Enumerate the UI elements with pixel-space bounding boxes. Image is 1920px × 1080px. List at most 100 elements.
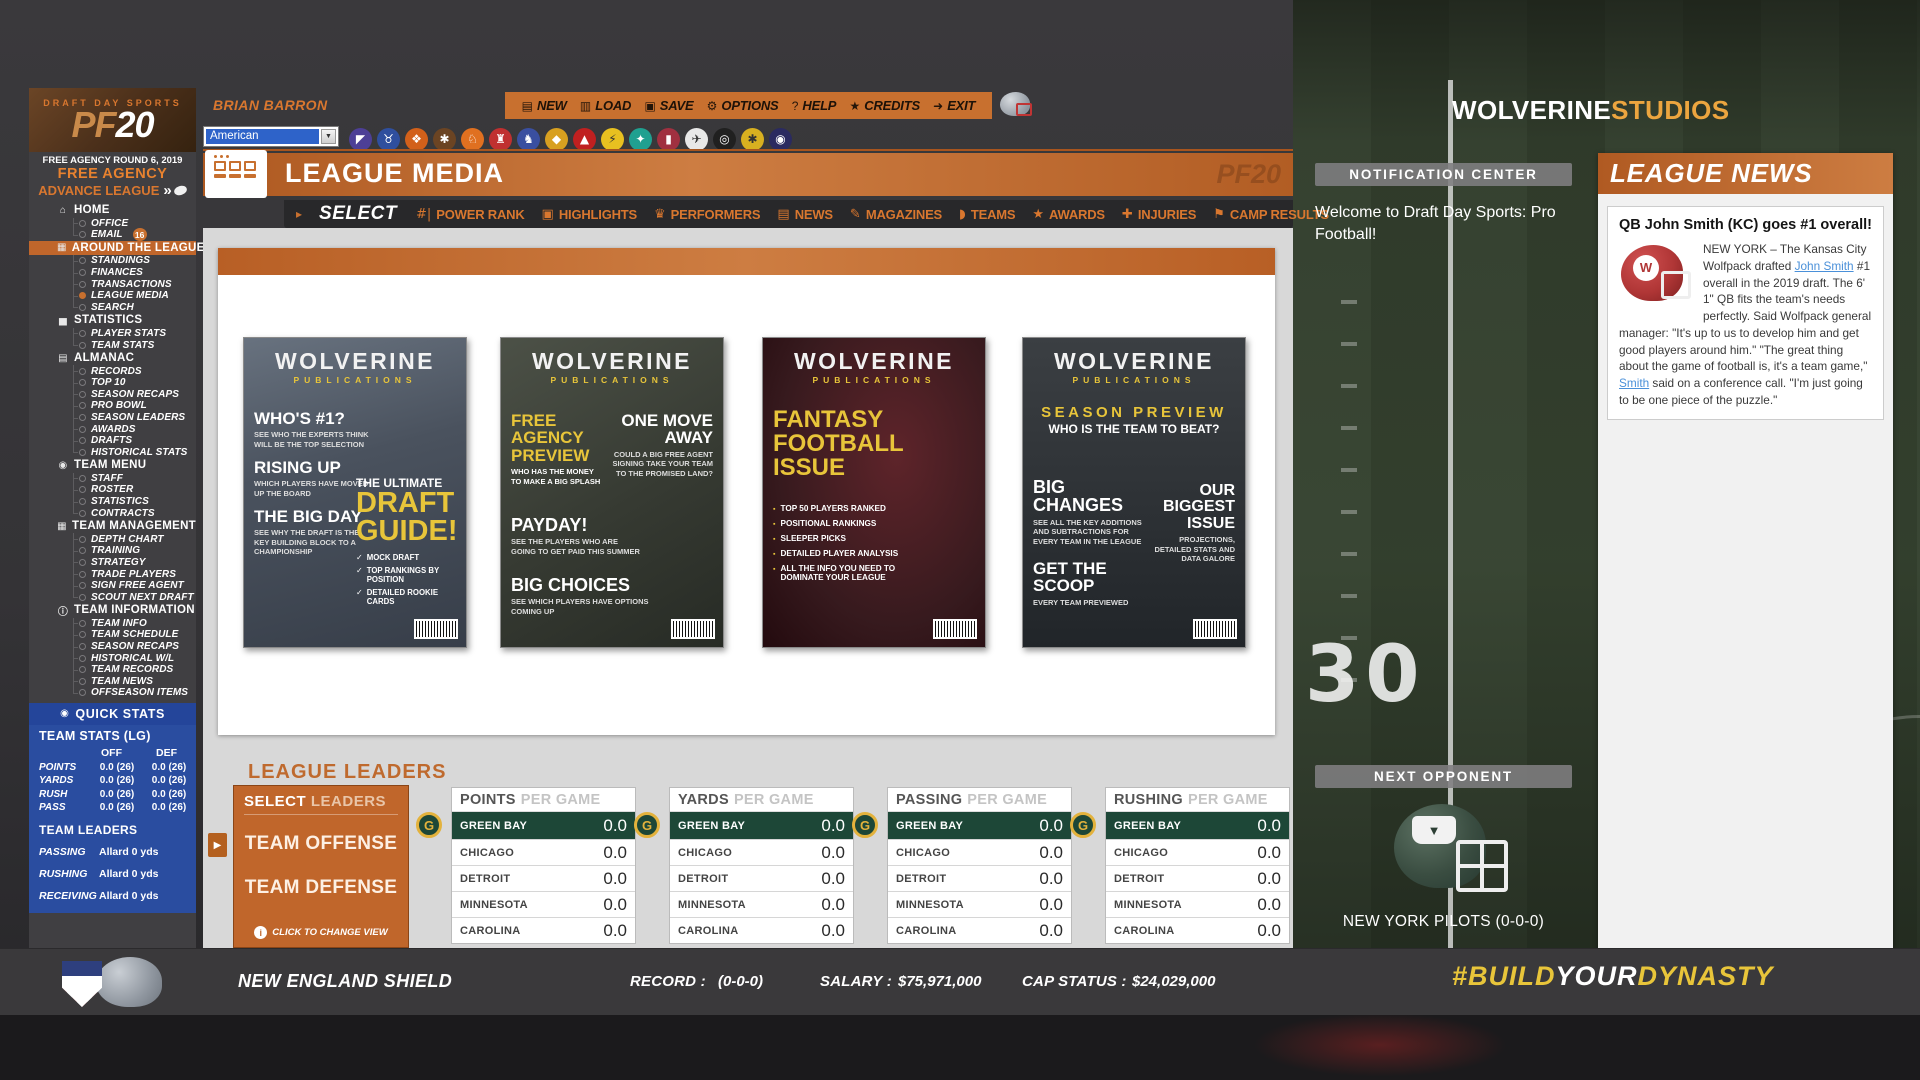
sidebar-section-header[interactable]: ▤ ALMANAC — [29, 351, 196, 366]
sidebar-item-team-records[interactable]: TEAM RECORDS — [29, 664, 196, 676]
team-logo-9[interactable]: ▲ — [573, 127, 596, 151]
sidebar-item-strategy[interactable]: STRATEGY — [29, 557, 196, 569]
leader-row-chicago[interactable]: CHICAGO 0.0 — [1106, 839, 1289, 865]
team-logo-11[interactable]: ✦ — [629, 127, 652, 151]
sidebar-item-staff[interactable]: STAFF — [29, 473, 196, 485]
player-link[interactable]: Smith — [1619, 376, 1649, 390]
leader-row-minnesota[interactable]: MINNESOTA 0.0 — [888, 891, 1071, 917]
team-logo-10[interactable]: ⚡ — [601, 127, 624, 151]
user-team[interactable] — [1000, 92, 1040, 116]
tab-magazines[interactable]: ✎ MAGAZINES — [850, 207, 942, 222]
sidebar-item-player-stats[interactable]: PLAYER STATS — [29, 328, 196, 340]
menu-item-new[interactable]: ▤ NEW — [522, 98, 567, 113]
team-logo-12[interactable]: ▮ — [657, 127, 680, 151]
sidebar-section-header[interactable]: ⓘ TEAM INFORMATION — [29, 603, 196, 618]
sidebar-item-contracts[interactable]: CONTRACTS — [29, 507, 196, 519]
sidebar-item-offseason-items[interactable]: OFFSEASON ITEMS — [29, 687, 196, 699]
tab-teams[interactable]: ◗ TEAMS — [959, 207, 1016, 222]
team-logo-2[interactable]: ♉ — [377, 127, 400, 151]
sidebar-item-historical-w-l[interactable]: HISTORICAL W/L — [29, 652, 196, 664]
sidebar-item-email[interactable]: EMAIL 16 — [29, 228, 196, 242]
leader-row-green-bay[interactable]: GREEN BAY 0.0 — [1106, 812, 1289, 839]
sidebar-item-statistics[interactable]: STATISTICS — [29, 496, 196, 508]
sidebar-item-transactions[interactable]: TRANSACTIONS — [29, 278, 196, 290]
sidebar-section-header[interactable]: ⌂ HOME — [29, 203, 196, 218]
team-logo-16[interactable]: ◉ — [769, 127, 792, 151]
team-logo-6[interactable]: ♜ — [489, 127, 512, 151]
sidebar-item-team-stats[interactable]: TEAM STATS — [29, 339, 196, 351]
conference-select[interactable]: American ▼ — [203, 126, 339, 147]
leader-row-green-bay[interactable]: GREEN BAY 0.0 — [670, 812, 853, 839]
sidebar-item-drafts[interactable]: DRAFTS — [29, 435, 196, 447]
sidebar-item-historical-stats[interactable]: HISTORICAL STATS — [29, 447, 196, 459]
sidebar-item-top-10[interactable]: TOP 10 — [29, 377, 196, 389]
sidebar-item-sign-free-agent[interactable]: SIGN FREE AGENT — [29, 580, 196, 592]
sidebar-item-standings[interactable]: STANDINGS — [29, 255, 196, 267]
leader-row-green-bay[interactable]: GREEN BAY 0.0 — [452, 812, 635, 839]
leader-row-carolina[interactable]: CAROLINA 0.0 — [670, 917, 853, 943]
tab-awards[interactable]: ★ AWARDS — [1032, 207, 1105, 222]
leader-row-minnesota[interactable]: MINNESOTA 0.0 — [1106, 891, 1289, 917]
menu-item-credits[interactable]: ★ CREDITS — [849, 98, 920, 113]
tab-news[interactable]: ▤ NEWS — [777, 207, 833, 222]
menu-item-help[interactable]: ? HELP — [792, 98, 837, 113]
advance-league-button[interactable]: ADVANCE LEAGUE » — [29, 182, 196, 199]
sidebar-item-office[interactable]: OFFICE — [29, 218, 196, 230]
team-logo-7[interactable]: ♞ — [517, 127, 540, 151]
player-link[interactable]: John Smith — [1795, 259, 1854, 273]
team-logo-13[interactable]: ✈ — [685, 127, 708, 151]
tab-performers[interactable]: ♛ PERFORMERS — [654, 207, 761, 222]
leader-row-green-bay[interactable]: GREEN BAY 0.0 — [888, 812, 1071, 839]
team-logo-5[interactable]: ♘ — [461, 127, 484, 151]
leader-row-chicago[interactable]: CHICAGO 0.0 — [670, 839, 853, 865]
chevron-down-icon[interactable]: ▼ — [321, 129, 336, 144]
sidebar-item-scout-next-draft[interactable]: SCOUT NEXT DRAFT — [29, 591, 196, 603]
sidebar-item-season-recaps[interactable]: SEASON RECAPS — [29, 641, 196, 653]
team-logo-14[interactable]: ◎ — [713, 127, 736, 151]
sidebar-section-header[interactable]: ◉ TEAM MENU — [29, 458, 196, 473]
leader-row-chicago[interactable]: CHICAGO 0.0 — [888, 839, 1071, 865]
leader-row-chicago[interactable]: CHICAGO 0.0 — [452, 839, 635, 865]
sidebar-item-team-news[interactable]: TEAM NEWS — [29, 676, 196, 688]
sidebar-item-roster[interactable]: ROSTER — [29, 484, 196, 496]
team-logo-4[interactable]: ✱ — [433, 127, 456, 151]
team-logo-15[interactable]: ✱ — [741, 127, 764, 151]
sidebar-item-league-media[interactable]: LEAGUE MEDIA — [29, 290, 196, 302]
menu-item-load[interactable]: ▥ LOAD — [580, 98, 632, 113]
leader-row-detroit[interactable]: DETROIT 0.0 — [452, 865, 635, 891]
sidebar-item-depth-chart[interactable]: DEPTH CHART — [29, 533, 196, 545]
sidebar-item-search[interactable]: SEARCH — [29, 302, 196, 314]
sidebar-item-trade-players[interactable]: TRADE PLAYERS — [29, 568, 196, 580]
menu-item-exit[interactable]: ➜ EXIT — [933, 98, 975, 113]
sidebar-section-header[interactable]: ▅ STATISTICS — [29, 313, 196, 328]
sidebar-item-finances[interactable]: FINANCES — [29, 267, 196, 279]
leader-row-minnesota[interactable]: MINNESOTA 0.0 — [452, 891, 635, 917]
sidebar-section-header[interactable]: ▦ TEAM MANAGEMENT — [29, 519, 196, 534]
tab-highlights[interactable]: ▣ HIGHLIGHTS — [542, 207, 638, 222]
team-logo-1[interactable]: ◤ — [349, 127, 372, 151]
sidebar-section-header[interactable]: ▦ AROUND THE LEAGUE — [29, 240, 204, 256]
leader-row-detroit[interactable]: DETROIT 0.0 — [670, 865, 853, 891]
sidebar-item-pro-bowl[interactable]: PRO BOWL — [29, 400, 196, 412]
leader-row-detroit[interactable]: DETROIT 0.0 — [888, 865, 1071, 891]
leader-row-carolina[interactable]: CAROLINA 0.0 — [888, 917, 1071, 943]
sidebar-item-team-info[interactable]: TEAM INFO — [29, 618, 196, 630]
team-logo-8[interactable]: ◆ — [545, 127, 568, 151]
team-logo-3[interactable]: ❖ — [405, 127, 428, 151]
sidebar-item-awards[interactable]: AWARDS — [29, 423, 196, 435]
sidebar-item-season-recaps[interactable]: SEASON RECAPS — [29, 389, 196, 401]
leader-row-carolina[interactable]: CAROLINA 0.0 — [1106, 917, 1289, 943]
news-article[interactable]: QB John Smith (KC) goes #1 overall! W NE… — [1607, 206, 1884, 420]
menu-item-save[interactable]: ▣ SAVE — [644, 98, 693, 113]
sidebar-item-season-leaders[interactable]: SEASON LEADERS — [29, 412, 196, 424]
leader-row-carolina[interactable]: CAROLINA 0.0 — [452, 917, 635, 943]
tab-power-rank[interactable]: #| POWER RANK — [416, 207, 525, 222]
leader-row-minnesota[interactable]: MINNESOTA 0.0 — [670, 891, 853, 917]
tab-camp-results[interactable]: ⚑ CAMP RESULTS — [1213, 207, 1329, 222]
sidebar-item-team-schedule[interactable]: TEAM SCHEDULE — [29, 629, 196, 641]
sidebar-item-records[interactable]: RECORDS — [29, 365, 196, 377]
sidebar-item-training[interactable]: TRAINING — [29, 545, 196, 557]
leader-row-detroit[interactable]: DETROIT 0.0 — [1106, 865, 1289, 891]
menu-item-options[interactable]: ⚙ OPTIONS — [707, 98, 779, 113]
tab-injuries[interactable]: ✚ INJURIES — [1122, 207, 1196, 222]
